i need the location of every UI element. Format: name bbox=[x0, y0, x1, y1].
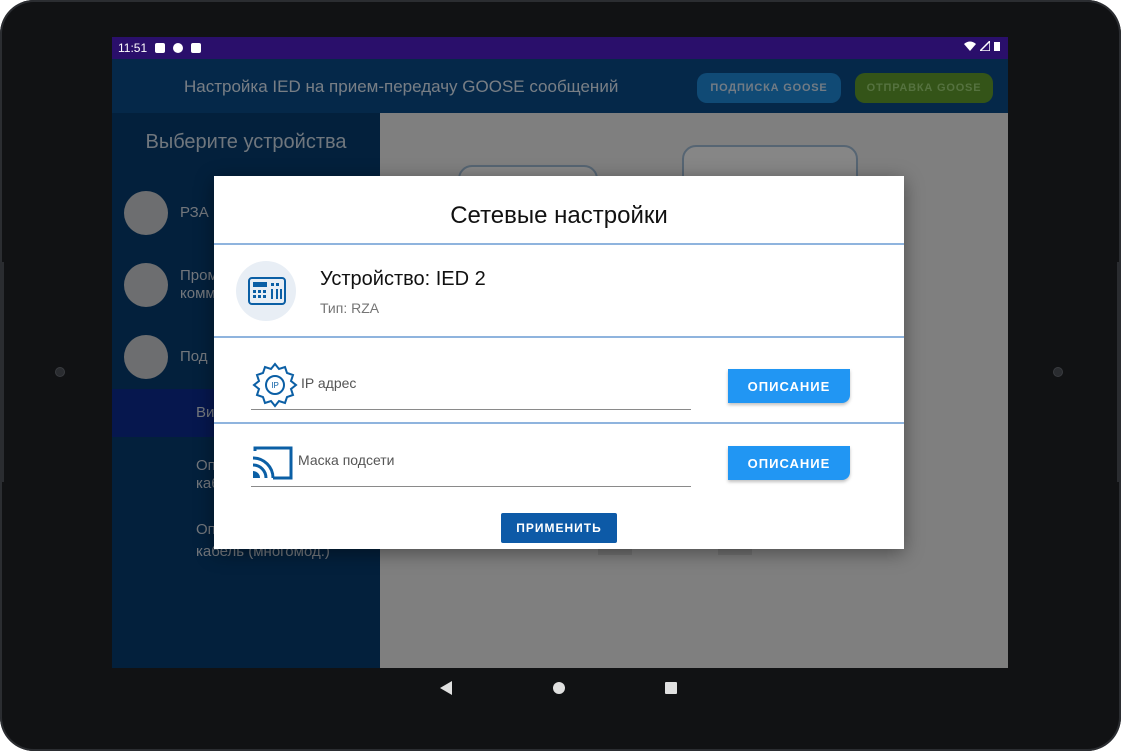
device-name: Устройство: IED 2 bbox=[320, 268, 486, 290]
notification-a-icon bbox=[155, 43, 166, 53]
side-button-left bbox=[0, 262, 4, 482]
battery-icon bbox=[994, 42, 1000, 51]
recents-icon[interactable] bbox=[665, 682, 677, 694]
signal-icon bbox=[980, 41, 990, 51]
sd-card-icon bbox=[191, 43, 202, 53]
status-bar: 11:51 bbox=[112, 37, 1008, 59]
subnet-mask-label: Маска подсети bbox=[298, 452, 395, 468]
dialog-title: Сетевые настройки bbox=[450, 202, 668, 229]
device-type: Тип: RZA bbox=[320, 300, 380, 316]
divider bbox=[214, 336, 904, 338]
home-icon[interactable] bbox=[553, 682, 565, 694]
cast-icon bbox=[252, 446, 293, 480]
mask-description-button[interactable]: ОПИСАНИЕ bbox=[728, 446, 850, 480]
divider bbox=[214, 243, 904, 245]
notification-circle-icon bbox=[173, 43, 184, 53]
wifi-icon bbox=[964, 41, 976, 51]
ip-description-button[interactable]: ОПИСАНИЕ bbox=[728, 369, 850, 403]
camera-dot bbox=[56, 368, 64, 376]
sensor-dot bbox=[1054, 368, 1062, 376]
relay-device-icon bbox=[236, 261, 296, 321]
ip-address-label: IP адрес bbox=[301, 375, 357, 391]
back-icon[interactable] bbox=[440, 681, 452, 695]
divider bbox=[214, 422, 904, 424]
ip-gear-icon: IP bbox=[252, 362, 298, 408]
ip-icon-text: IP bbox=[271, 381, 279, 390]
side-button-right bbox=[1117, 262, 1121, 482]
apply-button[interactable]: ПРИМЕНИТЬ bbox=[501, 513, 617, 543]
ip-address-field[interactable]: IP IP адрес bbox=[251, 362, 691, 410]
subnet-mask-field[interactable]: Маска подсети bbox=[251, 442, 691, 487]
status-right bbox=[964, 41, 1000, 51]
status-time: 11:51 bbox=[118, 41, 148, 55]
network-settings-dialog: Сетевые настройки Устройство: IED 2 Тип:… bbox=[214, 176, 904, 549]
